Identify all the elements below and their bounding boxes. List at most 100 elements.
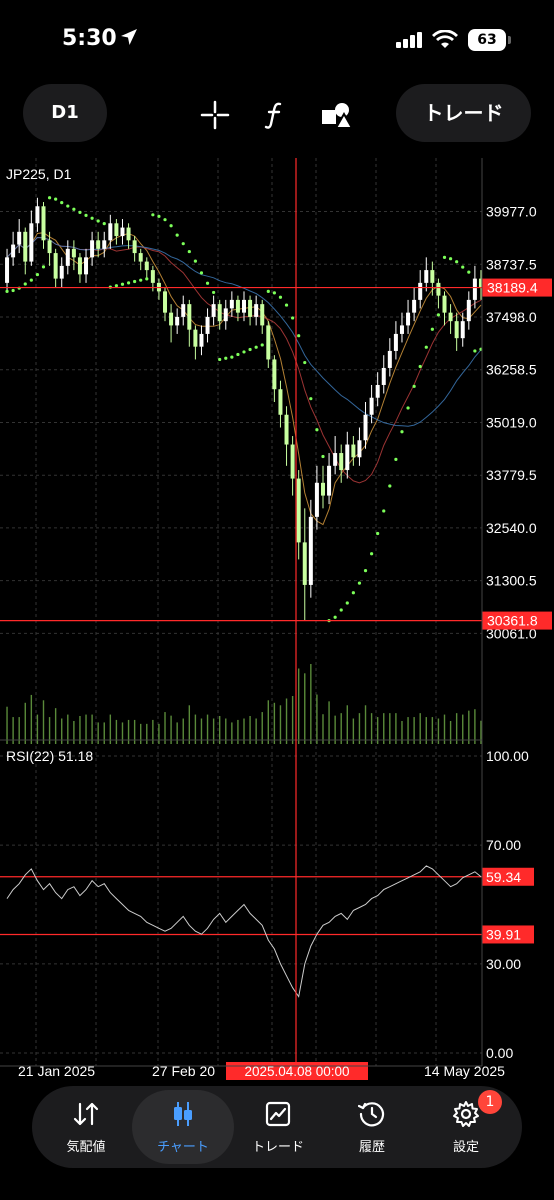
crosshair-icon[interactable] xyxy=(200,100,230,130)
sar-dot xyxy=(455,260,459,264)
sar-dot xyxy=(467,270,471,274)
volume-bar xyxy=(24,702,26,744)
sar-dot xyxy=(181,242,185,246)
candle-body xyxy=(406,312,411,326)
candle-body xyxy=(412,299,417,313)
sar-dot xyxy=(357,581,362,585)
sar-dot xyxy=(382,509,386,513)
candle-body xyxy=(193,329,198,347)
nav-trade[interactable]: トレード xyxy=(232,1086,324,1168)
candle-body xyxy=(339,453,344,471)
y-tick-label: 32540.0 xyxy=(486,520,537,536)
volume-bar xyxy=(389,713,391,744)
volume-bar xyxy=(474,709,476,744)
battery-indicator: 63 xyxy=(468,29,506,51)
indicators-icon[interactable] xyxy=(264,100,288,130)
parabolic-sar xyxy=(5,196,483,623)
candle-body xyxy=(466,299,471,322)
sar-dot xyxy=(345,601,349,605)
candle-body xyxy=(17,231,22,245)
gear-icon xyxy=(453,1101,479,1127)
x-tick-label: 14 May 2025 xyxy=(424,1063,505,1079)
volume-bar xyxy=(261,712,263,744)
candle-body xyxy=(248,299,253,317)
candle-body xyxy=(296,478,301,543)
sar-dot xyxy=(339,608,343,612)
sar-dot xyxy=(448,257,453,261)
nav-trade-label: トレード xyxy=(251,1140,304,1155)
sar-dot xyxy=(175,233,179,237)
sar-dot xyxy=(84,213,88,217)
candle-body xyxy=(284,414,289,445)
candle-body xyxy=(327,465,332,496)
candle-body xyxy=(102,240,107,249)
candle-body xyxy=(205,316,210,334)
nav-quotes-label: 気配値 xyxy=(66,1140,106,1155)
sar-dot xyxy=(54,197,58,201)
candle-body xyxy=(308,516,313,585)
sar-dot xyxy=(102,222,106,226)
nav-quotes[interactable]: 気配値 xyxy=(40,1086,132,1168)
sar-dot xyxy=(139,278,143,282)
sar-dot xyxy=(473,349,477,353)
candle-body xyxy=(41,206,46,241)
candle-body xyxy=(302,542,307,585)
objects-icon[interactable] xyxy=(320,100,354,130)
candle-body xyxy=(442,295,447,313)
candle-body xyxy=(272,359,277,390)
volume-bar xyxy=(401,721,403,744)
sar-dot xyxy=(60,201,64,205)
volume-histogram xyxy=(6,664,482,744)
sar-dot xyxy=(41,265,46,269)
volume-bar xyxy=(73,721,75,744)
candle-body xyxy=(369,397,374,415)
volume-bar xyxy=(297,668,300,744)
candle-body xyxy=(363,414,368,441)
nav-history[interactable]: 履歴 xyxy=(326,1086,418,1168)
price-chart[interactable]: JP225, D1 39977.0 38737.5 37498.0 36258.5 35… xyxy=(0,158,554,1082)
sar-dot xyxy=(29,278,33,282)
history-icon xyxy=(358,1102,385,1127)
nav-chart-label: チャート xyxy=(157,1140,209,1155)
sar-dot xyxy=(278,295,283,299)
volume-bar xyxy=(383,713,385,744)
sar-dot xyxy=(169,224,173,228)
sar-dot xyxy=(212,290,216,295)
candle-body xyxy=(71,248,76,258)
candle-body xyxy=(333,453,338,466)
sar-dot xyxy=(236,352,240,357)
settings-notification-badge: 1 xyxy=(478,1090,502,1114)
volume-bar xyxy=(42,700,45,744)
chart-grid xyxy=(0,158,482,1066)
volume-bar xyxy=(480,720,482,744)
sar-dot xyxy=(388,484,392,488)
volume-bar xyxy=(279,705,282,744)
volume-bar xyxy=(468,710,470,744)
sar-dot xyxy=(291,316,295,320)
chart-toolbar: D1 トレード xyxy=(0,84,554,144)
status-bar: 5:30 63 xyxy=(0,0,554,80)
candle-body xyxy=(290,444,295,479)
sar-dot xyxy=(394,457,398,462)
candle-body xyxy=(223,308,228,322)
sar-dot xyxy=(193,259,197,263)
candle-body xyxy=(399,325,404,334)
candle-body xyxy=(90,240,95,258)
sar-dot xyxy=(297,334,301,338)
volume-bar xyxy=(358,713,361,744)
price-line-label: 30361.8 xyxy=(487,613,538,629)
sar-dot xyxy=(126,281,131,285)
candle-body xyxy=(351,444,356,458)
candle-body xyxy=(460,321,465,339)
trade-button[interactable]: トレード xyxy=(396,84,531,142)
sar-dot xyxy=(461,265,465,269)
volume-bar xyxy=(419,713,421,744)
timeframe-button[interactable]: D1 xyxy=(23,84,107,142)
candle-body xyxy=(436,282,441,296)
sar-dot xyxy=(430,327,434,331)
nav-chart[interactable]: チャート xyxy=(132,1090,234,1164)
candle-body xyxy=(126,227,131,241)
candle-body xyxy=(454,321,459,339)
nav-history-label: 履歴 xyxy=(358,1140,385,1155)
sar-dot xyxy=(412,384,416,388)
